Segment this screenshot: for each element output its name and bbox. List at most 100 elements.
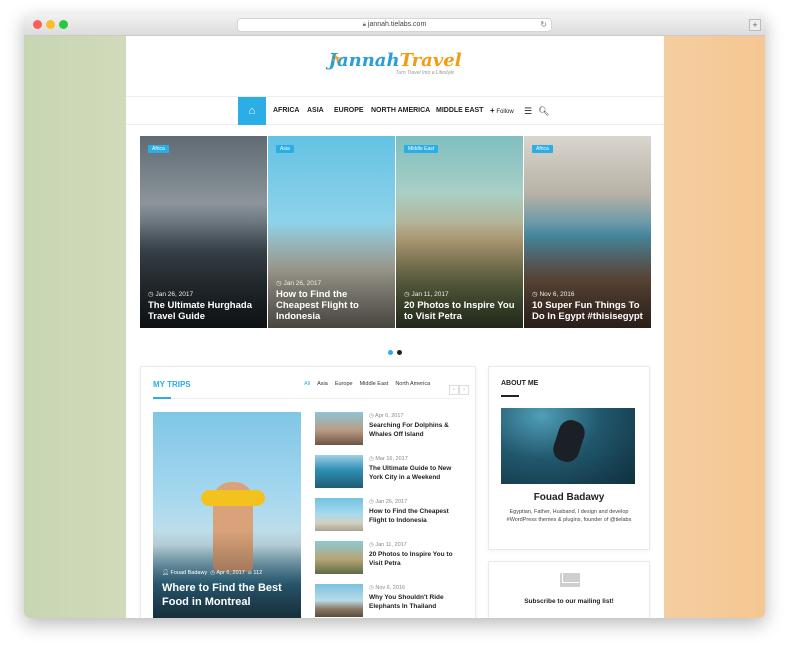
post-date-text: Mar 16, 2017 [375, 456, 408, 462]
lock-icon: 🔒︎ [362, 22, 366, 28]
trips-arrows: ‹ › [449, 378, 469, 396]
slide-title[interactable]: How to Find the Cheapest Flight to Indon… [276, 289, 389, 322]
my-trips-heading: MY TRIPS [153, 380, 191, 389]
about-me-widget: ABOUT ME Fouad Badawy Egyptian, Father, … [488, 366, 650, 550]
minimize-window-button[interactable] [46, 20, 55, 29]
heading-underline [153, 397, 171, 399]
pager-dot[interactable] [397, 350, 402, 355]
featured-post-meta: 👤︎ Fouad Badawy ◷ Apr 6, 2017 🔥︎ 112 [162, 570, 262, 577]
user-icon: 👤︎ [162, 570, 169, 576]
clock-icon: ◷ [404, 291, 410, 298]
post-title[interactable]: 20 Photos to Inspire You to Visit Petra [369, 551, 465, 568]
post-date: ◷ Jan 11, 2017 [369, 542, 407, 548]
new-tab-button[interactable]: + [749, 19, 761, 31]
slide-date-text: Jan 26, 2017 [283, 280, 322, 287]
category-badge[interactable]: Africa [148, 145, 169, 153]
my-trips-widget: MY TRIPS All Asia Europe Middle East North A… [140, 366, 476, 618]
divider [153, 398, 463, 399]
tab-north-america[interactable]: North America [395, 381, 430, 387]
post-thumbnail[interactable] [315, 455, 363, 488]
slide-date-text: Jan 11, 2017 [411, 291, 449, 298]
slide-card[interactable]: Africa ◷ Nov 6, 2016 10 Super Fun Things… [524, 136, 651, 328]
tab-middle-east[interactable]: Middle East [360, 381, 389, 387]
slide-title[interactable]: 10 Super Fun Things To Do In Egypt #this… [532, 300, 645, 322]
newsletter-widget: Subscribe to our mailing list! [488, 561, 650, 618]
clock-icon: ◷ [369, 585, 374, 591]
views-icon: 🔥︎ [247, 570, 252, 576]
slide-date: ◷ Jan 11, 2017 [404, 290, 449, 298]
author-bio: Egyptian, Father, Husband, I design and … [506, 509, 632, 523]
next-arrow-icon[interactable]: › [459, 385, 469, 395]
nav-item-north-america[interactable]: NORTH AMERICA [371, 97, 430, 125]
post-date-text: Nov 6, 2016 [375, 585, 406, 591]
tab-europe[interactable]: Europe [335, 381, 353, 387]
clock-icon: ◷ [148, 291, 154, 298]
clock-icon: ◷ [369, 413, 374, 419]
address-bar[interactable]: 🔒︎ jannah.tielabs.com ↻ [237, 18, 552, 32]
heading-underline [501, 395, 519, 397]
nav-item-asia[interactable]: ASIA [307, 97, 324, 125]
list-item[interactable]: ◷ Nov 6, 2016 Why You Shouldn't Ride Ele… [315, 584, 475, 618]
category-badge[interactable]: Africa [532, 145, 553, 153]
featured-post[interactable]: 👤︎ Fouad Badawy ◷ Apr 6, 2017 🔥︎ 112 Whe… [153, 412, 301, 618]
featured-author[interactable]: Fouad Badawy [171, 570, 208, 576]
slider-pagination [126, 342, 664, 360]
post-date-text: Jan 11, 2017 [375, 542, 407, 548]
search-icon[interactable]: 🔍︎ [538, 97, 549, 125]
home-icon[interactable]: ⌂ [238, 97, 266, 125]
post-title[interactable]: The Ultimate Guide to New York City in a… [369, 465, 465, 482]
category-badge[interactable]: Middle East [404, 145, 439, 153]
slide-card[interactable]: Africa ◷ Jan 26, 2017 The Ultimate Hurgh… [140, 136, 267, 328]
prev-arrow-icon[interactable]: ‹ [449, 385, 459, 395]
slide-date: ◷ Jan 26, 2017 [276, 279, 321, 287]
featured-post-title[interactable]: Where to Find the Best Food in Montreal [162, 581, 295, 609]
menu-icon[interactable]: ☰ [524, 97, 532, 125]
post-title[interactable]: How to Find the Cheapest Flight to Indon… [369, 508, 465, 525]
post-title[interactable]: Searching For Dolphins & Whales Off Isla… [369, 422, 465, 439]
list-item[interactable]: ◷ Jan 11, 2017 20 Photos to Inspire You … [315, 541, 475, 575]
zoom-window-button[interactable] [59, 20, 68, 29]
category-badge[interactable]: Asia [276, 145, 294, 153]
list-item[interactable]: ◷ Mar 16, 2017 The Ultimate Guide to New… [315, 455, 475, 489]
tab-all[interactable]: All [304, 381, 310, 387]
post-thumbnail[interactable] [315, 541, 363, 574]
list-item[interactable]: ◷ Jan 26, 2017 How to Find the Cheapest … [315, 498, 475, 532]
post-date: ◷ Jan 26, 2017 [369, 499, 407, 505]
clock-icon: ◷ [369, 499, 374, 505]
post-date: ◷ Mar 16, 2017 [369, 456, 408, 462]
follow-button[interactable]: + Follow [490, 97, 514, 125]
featured-slider: Africa ◷ Jan 26, 2017 The Ultimate Hurgh… [140, 136, 651, 328]
nav-item-europe[interactable]: EUROPE [334, 97, 364, 125]
reload-icon[interactable]: ↻ [540, 19, 547, 31]
page-viewport: ✈ JannahTravel Turn Travel Into a Lifest… [24, 36, 765, 618]
post-thumbnail[interactable] [315, 498, 363, 531]
featured-date: Apr 6, 2017 [216, 570, 245, 576]
slide-date: ◷ Jan 26, 2017 [148, 290, 193, 298]
list-item[interactable]: ◷ Apr 6, 2017 Searching For Dolphins & W… [315, 412, 475, 446]
slide-date: ◷ Nov 6, 2016 [532, 290, 575, 298]
slide-card[interactable]: Middle East ◷ Jan 11, 2017 20 Photos to … [396, 136, 523, 328]
url-text: jannah.tielabs.com [367, 21, 427, 28]
close-window-button[interactable] [33, 20, 42, 29]
post-date-text: Jan 26, 2017 [375, 499, 408, 505]
trips-tabs: All Asia Europe Middle East North America [304, 381, 437, 387]
newsletter-text: Subscribe to our mailing list! [524, 598, 614, 605]
pager-dot-active[interactable] [388, 350, 393, 355]
tab-asia[interactable]: Asia [317, 381, 328, 387]
site-logo[interactable]: ✈ JannahTravel Turn Travel Into a Lifest… [126, 50, 664, 76]
author-name: Fouad Badawy [533, 492, 605, 503]
clock-icon: ◷ [276, 280, 282, 287]
post-date: ◷ Nov 6, 2016 [369, 585, 405, 591]
logo-word-2: Travel [399, 50, 462, 71]
post-thumbnail[interactable] [315, 412, 363, 445]
slide-title[interactable]: 20 Photos to Inspire You to Visit Petra [404, 300, 517, 322]
post-date-text: Apr 6, 2017 [375, 413, 404, 419]
nav-item-middle-east[interactable]: MIDDLE EAST [436, 97, 483, 125]
nav-item-africa[interactable]: AFRICA [273, 97, 299, 125]
follow-label: Follow [496, 109, 514, 115]
post-title[interactable]: Why You Shouldn't Ride Elephants In Thai… [369, 594, 465, 611]
clock-icon: ◷ [210, 570, 216, 576]
slide-card[interactable]: Asia ◷ Jan 26, 2017 How to Find the Chea… [268, 136, 395, 328]
post-thumbnail[interactable] [315, 584, 363, 617]
slide-title[interactable]: The Ultimate Hurghada Travel Guide [148, 300, 261, 322]
